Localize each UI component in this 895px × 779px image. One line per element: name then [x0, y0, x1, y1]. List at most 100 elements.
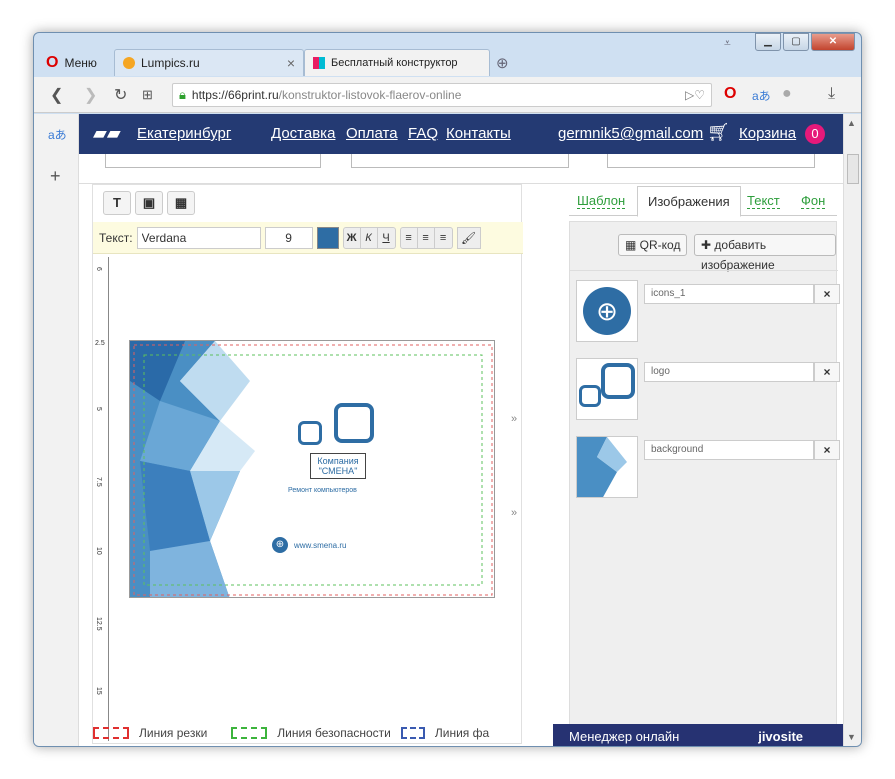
align-center-icon[interactable]: ≡	[418, 227, 435, 248]
ruler-mark: 15	[95, 687, 102, 695]
scroll-up-icon[interactable]: ▲	[847, 118, 856, 128]
tab-background[interactable]: Фон	[801, 194, 826, 209]
brush-icon[interactable]: 🖌︎	[456, 226, 481, 249]
forward-icon[interactable]: ❯	[84, 85, 97, 105]
back-icon[interactable]: ❮	[50, 85, 63, 105]
browser-window: O Меню Lumpics.ru × Бесплатный конструкт…	[33, 32, 862, 747]
globe-icon[interactable]: ●	[782, 85, 792, 103]
ruler-mark: 10	[95, 547, 102, 555]
add-text-icon[interactable]: T	[103, 191, 131, 215]
reload-icon[interactable]: ↻	[114, 85, 127, 105]
cut-line-label: Линия резки	[139, 726, 208, 740]
tab-constructor[interactable]: Бесплатный конструктор	[304, 49, 490, 76]
opera-logo-icon: O	[46, 53, 59, 71]
speed-dial-icon[interactable]: ⊞	[142, 87, 153, 103]
editor-canvas-area: T ▣ ▦ Текст: Ж К Ч ≡ ≡ ≡ 🖌︎	[92, 184, 523, 744]
underline-button[interactable]: Ч	[378, 228, 395, 248]
images-panel: ▦ QR-код ✚ добавить изображение ⊕ icons_…	[569, 221, 840, 746]
bold-button[interactable]: Ж	[344, 227, 361, 248]
page-scrollbar[interactable]: ▲ ▼	[843, 114, 861, 746]
add-image-button[interactable]: ✚ добавить изображение	[694, 234, 836, 272]
safe-line-label: Линия безопасности	[277, 726, 391, 740]
jivosite-chat-widget[interactable]: Менеджер онлайн jivosite	[553, 724, 843, 746]
qr-label: QR-код	[639, 238, 681, 252]
website-line[interactable]: ⊕ www.smena.ru	[272, 537, 346, 553]
window-controls: ▁ ▢ ✕	[755, 33, 855, 51]
opera-adblock-icon[interactable]: O	[724, 85, 736, 103]
scroll-down-icon[interactable]: ▼	[847, 732, 856, 742]
tab-label: Lumpics.ru	[141, 56, 200, 70]
align-left-icon[interactable]: ≡	[401, 227, 418, 248]
nav-payment[interactable]: Оплата	[346, 125, 398, 142]
add-sidebar-icon[interactable]: +	[50, 166, 61, 187]
vertical-ruler: 6 2.5 5 7.5 10 12.5 15	[95, 257, 109, 741]
ruler-mark: 7.5	[95, 477, 102, 487]
chat-logo-icon[interactable]	[298, 403, 378, 453]
globe-icon: ⊕	[272, 537, 288, 553]
editor-toolbar: T ▣ ▦	[103, 191, 195, 215]
send-heart-icon[interactable]: ▷♡	[685, 88, 705, 102]
close-window-button[interactable]: ✕	[811, 33, 855, 51]
text-toolbar: Текст: Ж К Ч ≡ ≡ ≡ 🖌︎	[93, 222, 523, 254]
city-link[interactable]: Екатеринбург	[137, 125, 231, 142]
lock-icon: 🔒︎	[179, 87, 186, 102]
url-field[interactable]: 🔒︎ https://66print.ru/konstruktor-listov…	[172, 83, 712, 107]
scroll-thumb[interactable]	[847, 154, 859, 184]
italic-button[interactable]: К	[361, 227, 378, 248]
add-qr-icon[interactable]: ▦	[167, 191, 195, 215]
cart-icon: 🛒︎	[707, 122, 730, 142]
business-card-preview[interactable]: Компания "СМЕНА" Ремонт компьютеров ⊕ ww…	[129, 340, 495, 598]
expand-arrow-icon[interactable]: »	[511, 413, 517, 425]
option-dropdown[interactable]	[105, 154, 321, 168]
close-tab-icon[interactable]: ×	[287, 55, 295, 71]
translate-icon[interactable]: aあ	[752, 87, 771, 104]
user-email-link[interactable]: germnik5@gmail.com	[558, 125, 704, 142]
font-field[interactable]	[136, 226, 261, 249]
tagline-text[interactable]: Ремонт компьютеров	[288, 487, 357, 494]
delete-image-button[interactable]: ×	[814, 284, 840, 304]
text-color-swatch[interactable]	[316, 226, 339, 249]
image-name-field[interactable]: logo	[644, 362, 814, 382]
tab-images[interactable]: Изображения	[637, 186, 741, 217]
download-icon[interactable]: ⤓	[828, 85, 835, 103]
font-size-field[interactable]	[264, 226, 313, 249]
tab-menu-icon[interactable]: ⩡	[724, 36, 731, 51]
tab-text[interactable]: Текст	[747, 194, 780, 209]
maximize-button[interactable]: ▢	[783, 33, 809, 51]
nav-delivery[interactable]: Доставка	[271, 125, 335, 142]
new-tab-icon[interactable]: ⊕	[496, 54, 509, 72]
delete-image-button[interactable]: ×	[814, 362, 840, 382]
add-image-label: добавить изображение	[701, 238, 775, 272]
image-item[interactable]: background ×	[576, 436, 840, 502]
nav-contacts[interactable]: Контакты	[446, 125, 511, 142]
site-header: ▰▰ Екатеринбург Доставка Оплата FAQ Конт…	[79, 114, 843, 154]
image-name-field[interactable]: background	[644, 440, 814, 460]
ruler-mark: 6	[95, 267, 102, 271]
nav-faq[interactable]: FAQ	[408, 125, 438, 142]
image-item[interactable]: logo ×	[576, 358, 840, 424]
company-name-text[interactable]: Компания "СМЕНА"	[310, 453, 366, 479]
qr-code-button[interactable]: ▦ QR-код	[618, 234, 688, 256]
address-bar: ❮ ❯ ↻ ⊞ 🔒︎ https://66print.ru/konstrukto…	[34, 77, 861, 113]
align-buttons: ≡ ≡ ≡	[399, 226, 453, 249]
add-image-icon[interactable]: ▣	[135, 191, 163, 215]
tab-template[interactable]: Шаблон	[577, 194, 626, 209]
chat-label: Менеджер онлайн	[569, 728, 680, 744]
expand-arrow-icon[interactable]: »	[511, 507, 517, 519]
lumpics-favicon-icon	[123, 57, 135, 69]
cart-link[interactable]: Корзина	[739, 125, 796, 142]
align-right-icon[interactable]: ≡	[435, 228, 452, 248]
opera-menu-button[interactable]: O Меню	[38, 49, 114, 76]
cart-count-badge: 0	[805, 124, 825, 144]
tab-lumpics[interactable]: Lumpics.ru ×	[114, 49, 304, 76]
delete-image-button[interactable]: ×	[814, 440, 840, 460]
image-name-field[interactable]: icons_1	[644, 284, 814, 304]
option-dropdown[interactable]	[351, 154, 569, 168]
minimize-button[interactable]: ▁	[755, 33, 781, 51]
translate-sidebar-icon[interactable]: aあ	[48, 126, 67, 143]
tab-label: Бесплатный конструктор	[331, 57, 458, 69]
panel-tabs: Шаблон Изображения Текст Фон	[569, 186, 837, 217]
image-item[interactable]: ⊕ icons_1 ×	[576, 280, 840, 346]
ruler-mark: 12.5	[95, 617, 102, 631]
option-dropdown[interactable]	[607, 154, 815, 168]
